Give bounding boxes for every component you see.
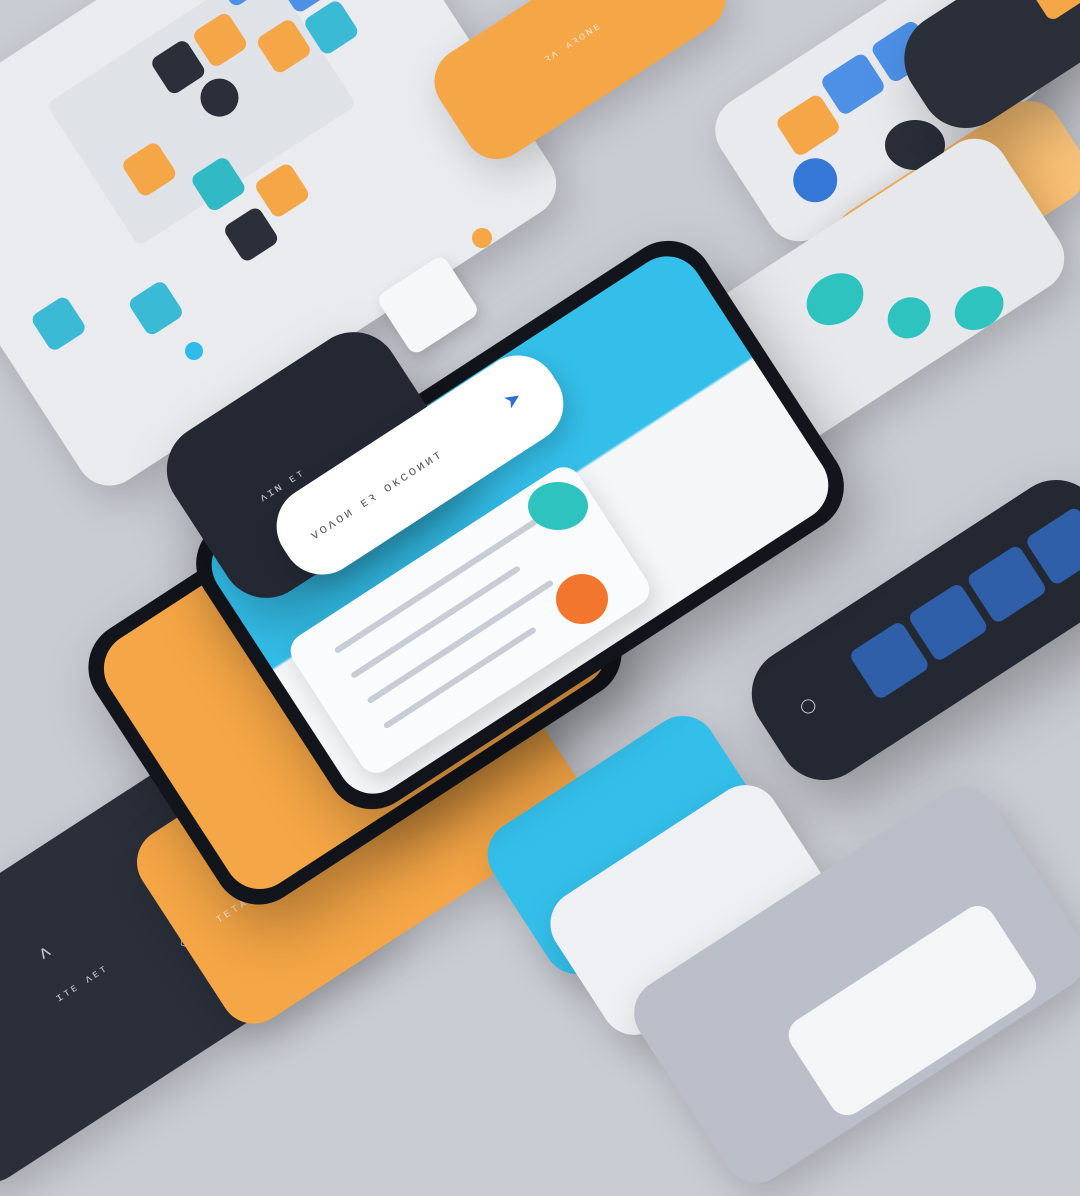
tile-orange[interactable]: [253, 161, 312, 220]
device-orange-accent: [1017, 0, 1080, 23]
tile-blue[interactable]: [819, 51, 887, 117]
bottom-left-label-2: ɪᴛᴇ ᴧᴇᴛ: [52, 960, 111, 1005]
tile-cyan[interactable]: [29, 294, 88, 353]
tile-orange[interactable]: [774, 92, 842, 158]
bottom-left-label-1: ᴧ: [34, 939, 57, 964]
teal-blob[interactable]: [946, 277, 1012, 340]
tile-cyan[interactable]: [126, 279, 185, 338]
tile-dark[interactable]: [222, 205, 281, 264]
lock-icon[interactable]: ◯: [797, 695, 819, 717]
send-icon[interactable]: ➤: [499, 384, 526, 413]
teal-blob[interactable]: [879, 289, 939, 347]
notification-dot[interactable]: [472, 228, 492, 248]
teal-blob[interactable]: [796, 262, 874, 336]
avatar-dot[interactable]: [784, 149, 846, 211]
teal-blob[interactable]: [528, 482, 588, 530]
inner-white-card: [781, 899, 1043, 1123]
info-dot[interactable]: [185, 342, 203, 360]
top-orange-card-text: ꝛᴧ ᴀꝛᴏɴᴇ: [541, 18, 605, 66]
fab-orange-button[interactable]: [556, 574, 608, 624]
